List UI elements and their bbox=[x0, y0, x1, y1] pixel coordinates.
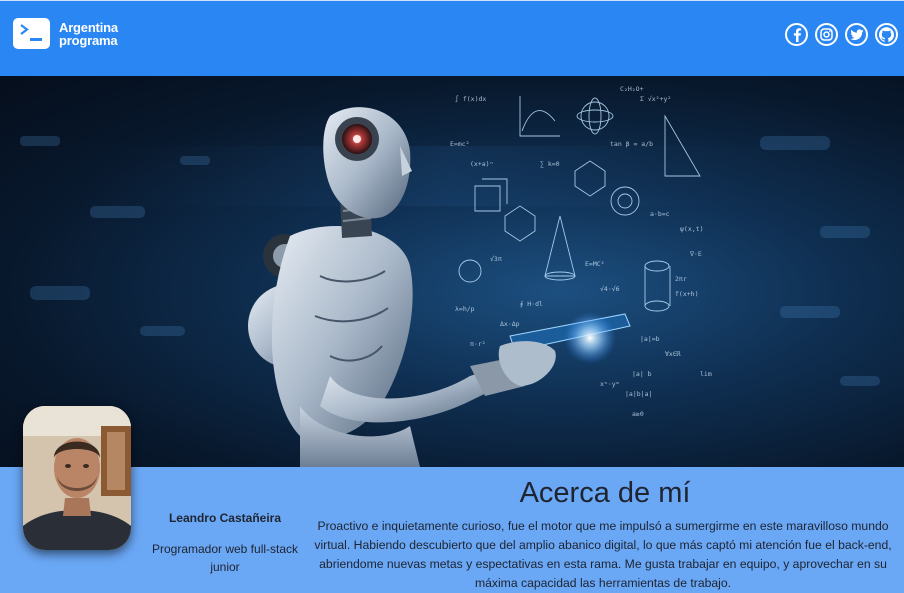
svg-text:E=MC²: E=MC² bbox=[585, 260, 605, 268]
about-title: Acerca de mí bbox=[519, 477, 691, 509]
svg-text:Σ √x²+y²: Σ √x²+y² bbox=[640, 95, 671, 103]
terminal-icon bbox=[13, 18, 50, 49]
profile-photo bbox=[23, 406, 131, 550]
svg-text:lim: lim bbox=[700, 370, 712, 378]
svg-text:a·b=c: a·b=c bbox=[650, 210, 670, 218]
twitter-icon[interactable] bbox=[845, 23, 868, 46]
brand-line-1: Argentina bbox=[59, 19, 118, 35]
robot-illustration: ∫ f(x)dx C₂H₂O+ Σ √x²+y² E=mc² tan β = a… bbox=[0, 85, 904, 467]
svg-text:√4·√6: √4·√6 bbox=[600, 285, 620, 293]
svg-text:ψ(x,t): ψ(x,t) bbox=[680, 225, 703, 233]
social-links bbox=[785, 23, 898, 46]
hero-banner-image: ∫ f(x)dx C₂H₂O+ Σ √x²+y² E=mc² tan β = a… bbox=[0, 76, 904, 467]
svg-text:2πr: 2πr bbox=[675, 275, 687, 283]
svg-text:∫ f(x)dx: ∫ f(x)dx bbox=[455, 95, 486, 103]
profile-avatar bbox=[23, 406, 131, 550]
svg-text:∮ H·dl: ∮ H·dl bbox=[520, 300, 543, 308]
svg-text:∀x∈ℝ: ∀x∈ℝ bbox=[665, 350, 681, 358]
svg-text:Δx·Δp: Δx·Δp bbox=[500, 320, 520, 328]
svg-text:|a|b|a|: |a|b|a| bbox=[625, 390, 652, 398]
github-icon[interactable] bbox=[875, 23, 898, 46]
brand-link[interactable]: Argentina programa bbox=[13, 18, 118, 49]
svg-text:∑ k=0: ∑ k=0 bbox=[540, 160, 560, 168]
svg-text:(x+a)ⁿ: (x+a)ⁿ bbox=[470, 160, 493, 168]
brand-line-2: programa bbox=[59, 32, 118, 48]
svg-text:E=mc²: E=mc² bbox=[450, 140, 470, 148]
top-navbar: Argentina programa bbox=[0, 0, 904, 76]
svg-text:|a| b: |a| b bbox=[632, 370, 652, 378]
svg-text:π·r²: π·r² bbox=[470, 340, 486, 348]
profile-name: Leandro Castañeira bbox=[168, 511, 282, 525]
svg-text:√3π: √3π bbox=[490, 255, 502, 263]
svg-text:∇·E: ∇·E bbox=[689, 250, 702, 258]
brand-name: Argentina programa bbox=[59, 21, 118, 47]
svg-text:C₂H₂O+: C₂H₂O+ bbox=[620, 85, 644, 93]
about-text: Proactivo e inquietamente curioso, fue e… bbox=[314, 519, 892, 590]
instagram-icon[interactable] bbox=[815, 23, 838, 46]
svg-text:tan β = a/b: tan β = a/b bbox=[610, 140, 653, 148]
svg-text:|a|=b: |a|=b bbox=[640, 335, 660, 343]
svg-text:λ=h/p: λ=h/p bbox=[455, 305, 475, 313]
svg-text:a≥0: a≥0 bbox=[632, 410, 644, 418]
facebook-icon[interactable] bbox=[785, 23, 808, 46]
svg-text:f(x+h): f(x+h) bbox=[675, 290, 698, 298]
profile-role: Programador web full-stack junior bbox=[151, 542, 299, 574]
svg-text:xⁿ·yᵐ: xⁿ·yᵐ bbox=[600, 380, 620, 388]
